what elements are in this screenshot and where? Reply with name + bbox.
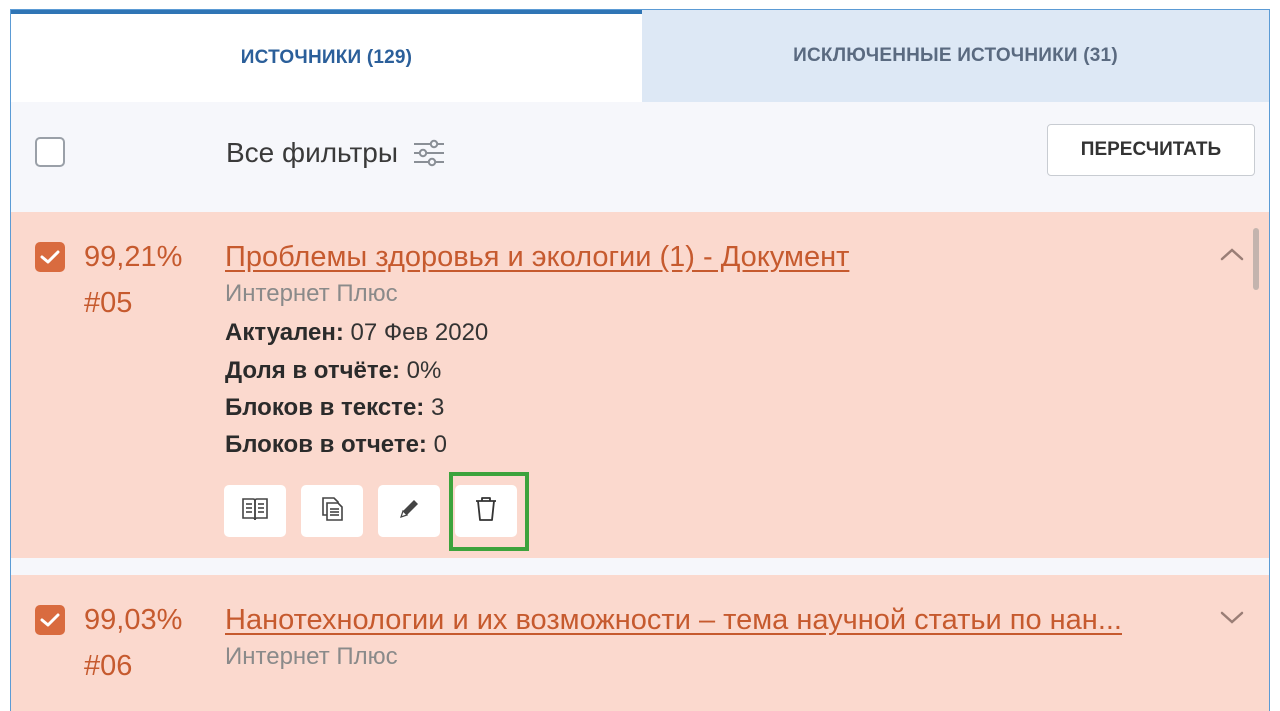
source-number: #06 xyxy=(84,650,133,682)
source-card: 99,21% #05 Проблемы здоровья и экологии … xyxy=(11,212,1269,558)
source-checkbox[interactable] xyxy=(35,605,65,635)
sources-panel: ИСТОЧНИКИ (129) ИСКЛЮЧЕННЫЕ ИСТОЧНИКИ (3… xyxy=(10,9,1270,711)
meta-blocks-in-text: Блоков в тексте: 3 xyxy=(225,394,445,421)
sliders-icon xyxy=(412,138,446,168)
tab-sources[interactable]: ИСТОЧНИКИ (129) xyxy=(11,10,642,102)
tab-bar: ИСТОЧНИКИ (129) ИСКЛЮЧЕННЫЕ ИСТОЧНИКИ (3… xyxy=(11,10,1269,102)
copy-icon xyxy=(318,495,346,528)
source-title-link[interactable]: Нанотехнологии и их возможности – тема н… xyxy=(225,601,1195,639)
meta-share: Доля в отчёте: 0% xyxy=(225,357,442,384)
match-percent: 99,21% xyxy=(84,241,183,273)
delete-button-highlight xyxy=(449,472,529,551)
recalculate-button[interactable]: ПЕРЕСЧИТАТЬ xyxy=(1047,124,1255,176)
source-card: 99,03% #06 Нанотехнологии и их возможнос… xyxy=(11,575,1269,711)
copy-source-button[interactable] xyxy=(301,485,363,537)
pencil-icon xyxy=(396,496,422,527)
chevron-up-icon[interactable] xyxy=(1219,246,1245,267)
source-number: #05 xyxy=(84,287,133,319)
match-percent: 99,03% xyxy=(84,604,183,636)
source-collection: Интернет Плюс xyxy=(225,280,398,307)
source-collection: Интернет Плюс xyxy=(225,643,398,670)
meta-actual: Актуален: 07 Фев 2020 xyxy=(225,319,489,346)
edit-source-button[interactable] xyxy=(378,485,440,537)
filters-label: Все фильтры xyxy=(226,137,398,168)
all-filters-button[interactable]: Все фильтры xyxy=(226,135,446,171)
open-source-button[interactable] xyxy=(224,485,286,537)
source-checkbox[interactable] xyxy=(35,242,65,272)
scrollbar-thumb[interactable] xyxy=(1253,228,1259,290)
chevron-down-icon[interactable] xyxy=(1219,609,1245,630)
toolbar: Все фильтры ПЕРЕСЧИТАТЬ xyxy=(11,102,1269,212)
tab-excluded-sources[interactable]: ИСКЛЮЧЕННЫЕ ИСТОЧНИКИ (31) xyxy=(642,10,1269,102)
meta-blocks-in-report: Блоков в отчете: 0 xyxy=(225,431,447,458)
source-title-link[interactable]: Проблемы здоровья и экологии (1) - Докум… xyxy=(225,238,849,276)
select-all-checkbox[interactable] xyxy=(35,137,65,167)
book-icon xyxy=(240,495,270,528)
